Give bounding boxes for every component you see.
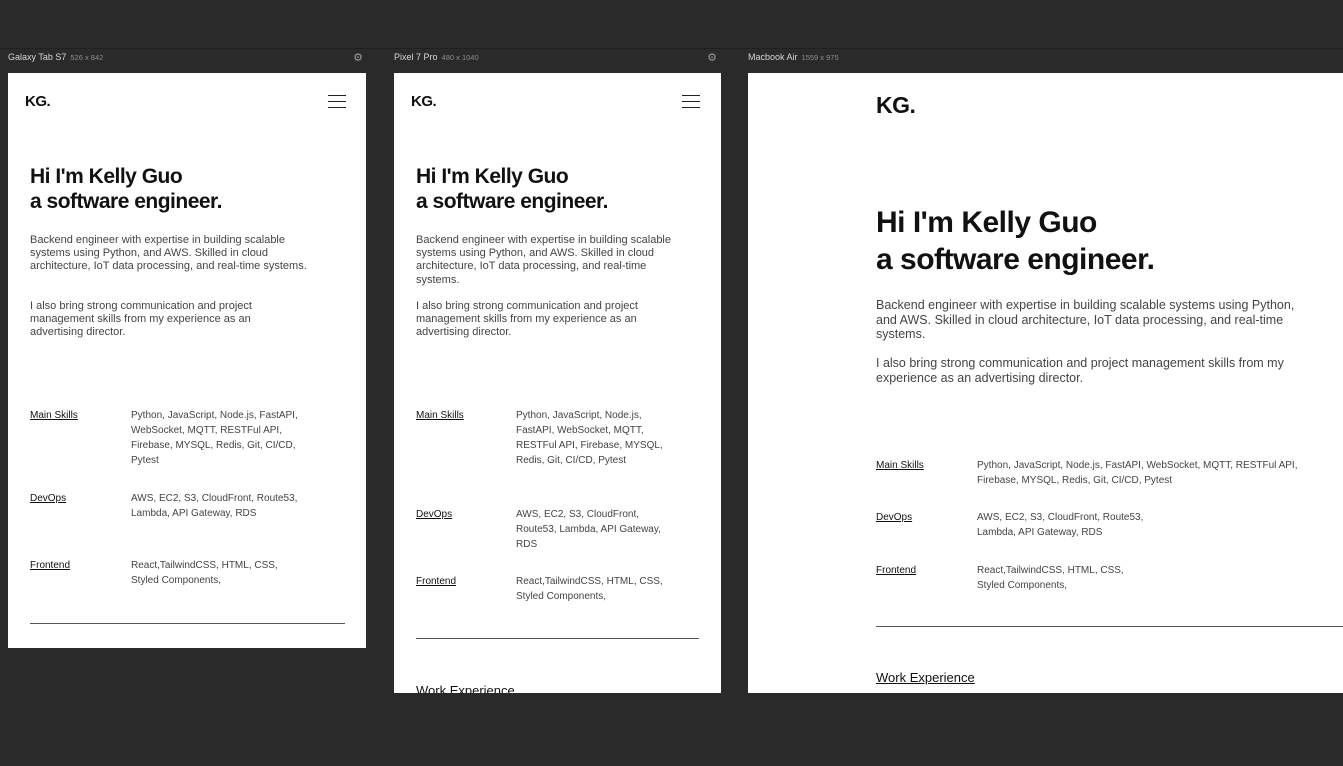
hero-heading: Hi I'm Kelly Guo a software engineer. [30, 164, 222, 214]
skill-label-main[interactable]: Main Skills [876, 460, 924, 471]
hero-heading: Hi I'm Kelly Guo a software engineer. [416, 164, 608, 214]
hero-line-2: a software engineer. [416, 190, 608, 213]
hero-line-1: Hi I'm Kelly Guo [876, 206, 1097, 239]
device-label-desktop: Macbook Air 1559 x 975 [748, 52, 839, 66]
divider [30, 623, 345, 624]
skill-value-frontend: React,TailwindCSS, HTML, CSS, Styled Com… [131, 560, 278, 586]
intro-paragraph: Backend engineer with expertise in build… [416, 234, 671, 286]
hamburger-menu-icon[interactable] [328, 95, 346, 109]
intro-paragraph-2: I also bring strong communication and pr… [876, 356, 1284, 385]
brand-logo[interactable]: KG. [25, 93, 51, 110]
hero-heading: Hi I'm Kelly Guo a software engineer. [876, 204, 1155, 278]
skill-value-devops: AWS, EC2, S3, CloudFront, Route53, Lambd… [516, 509, 661, 550]
device-size: 480 x 1040 [441, 53, 479, 62]
skill-value-frontend: React,TailwindCSS, HTML, CSS, Styled Com… [977, 565, 1124, 591]
skill-label-devops[interactable]: DevOps [876, 512, 912, 523]
device-name: Macbook Air [748, 52, 798, 62]
skill-label-devops[interactable]: DevOps [30, 493, 66, 504]
intro-paragraph: Backend engineer with expertise in build… [876, 298, 1295, 341]
skill-label-frontend[interactable]: Frontend [416, 576, 456, 587]
preview-frame-phone: KG. Hi I'm Kelly Guo a software engineer… [394, 73, 721, 693]
device-label-tablet: Galaxy Tab S7 526 x 842 [8, 52, 103, 66]
skill-label-main[interactable]: Main Skills [416, 410, 464, 421]
device-name: Galaxy Tab S7 [8, 52, 67, 62]
gear-icon[interactable]: ⚙ [352, 52, 364, 64]
device-size: 526 x 842 [70, 53, 104, 62]
device-size: 1559 x 975 [801, 53, 839, 62]
divider [416, 638, 699, 639]
skill-value-frontend: React,TailwindCSS, HTML, CSS, Styled Com… [516, 576, 663, 602]
work-experience-heading[interactable]: Work Experience [416, 683, 515, 693]
skill-value-main: Python, JavaScript, Node.js, FastAPI, We… [131, 410, 298, 466]
skill-value-main: Python, JavaScript, Node.js, FastAPI, We… [516, 410, 663, 466]
skill-value-devops: AWS, EC2, S3, CloudFront, Route53, Lambd… [977, 512, 1144, 538]
hero-line-2: a software engineer. [876, 243, 1155, 276]
hero-line-1: Hi I'm Kelly Guo [416, 165, 569, 188]
skill-label-frontend[interactable]: Frontend [876, 565, 916, 576]
skill-label-main[interactable]: Main Skills [30, 410, 78, 421]
brand-logo[interactable]: KG. [411, 93, 437, 110]
intro-paragraph-2: I also bring strong communication and pr… [30, 300, 252, 339]
hamburger-menu-icon[interactable] [682, 95, 700, 109]
hero-line-1: Hi I'm Kelly Guo [30, 165, 183, 188]
preview-frame-desktop: KG. Hi I'm Kelly Guo a software engineer… [748, 73, 1343, 693]
intro-paragraph-2: I also bring strong communication and pr… [416, 300, 638, 339]
brand-logo[interactable]: KG. [876, 92, 916, 119]
divider [876, 626, 1343, 627]
device-label-phone: Pixel 7 Pro 480 x 1040 [394, 52, 479, 66]
device-name: Pixel 7 Pro [394, 52, 438, 62]
bottom-bar [0, 754, 1343, 766]
preview-frame-tablet: KG. Hi I'm Kelly Guo a software engineer… [8, 73, 366, 648]
skill-value-main: Python, JavaScript, Node.js, FastAPI, We… [977, 460, 1298, 486]
skill-label-devops[interactable]: DevOps [416, 509, 452, 520]
gear-icon[interactable]: ⚙ [706, 52, 718, 64]
toolbar [0, 0, 1343, 49]
hero-line-2: a software engineer. [30, 190, 222, 213]
skill-label-frontend[interactable]: Frontend [30, 560, 70, 571]
work-experience-heading[interactable]: Work Experience [876, 670, 975, 685]
intro-paragraph: Backend engineer with expertise in build… [30, 234, 307, 273]
skill-value-devops: AWS, EC2, S3, CloudFront, Route53, Lambd… [131, 493, 298, 519]
